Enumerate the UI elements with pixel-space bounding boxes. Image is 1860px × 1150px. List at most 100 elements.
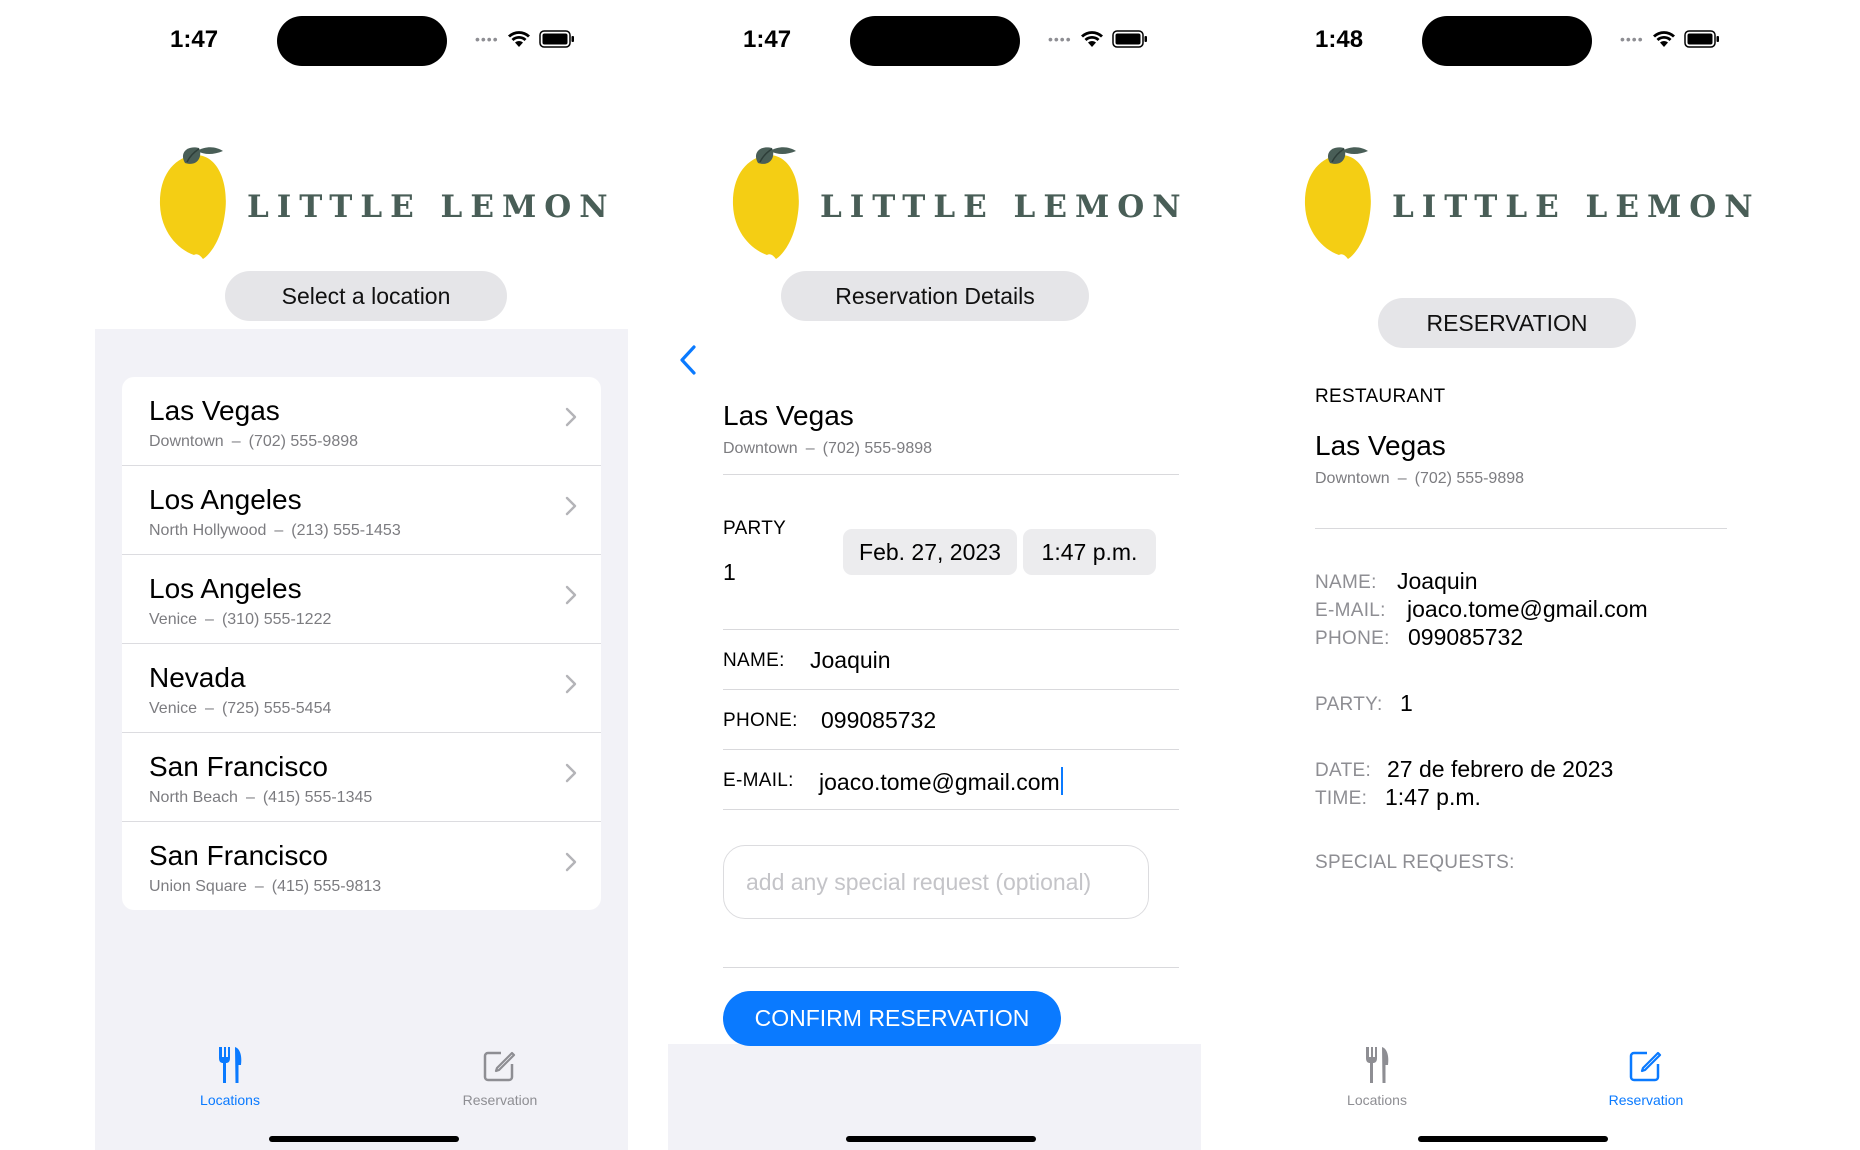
brand-wordmark: LITTLE LEMON	[247, 189, 616, 225]
wifi-icon	[507, 30, 531, 48]
email-value: joaco.tome@gmail.com	[1407, 596, 1648, 622]
tab-label: Locations	[200, 1092, 260, 1108]
status-icons: ••••	[475, 30, 575, 48]
tab-reservation[interactable]: Reservation	[1581, 1044, 1711, 1108]
square-pencil-icon	[1581, 1044, 1711, 1086]
signal-dots-icon: ••••	[1620, 31, 1644, 47]
locations-screen: 1:47 •••• LITTLE LEMON Select a location…	[95, 0, 670, 1150]
chevron-right-icon	[565, 496, 577, 516]
divider	[723, 749, 1179, 750]
wifi-icon	[1080, 30, 1104, 48]
reservation-details-screen: 1:47 •••• LITTLE LEMON Reservation Detai…	[668, 0, 1243, 1150]
location-phone: (415) 555-9813	[271, 878, 382, 895]
special-request-placeholder: add any special request (optional)	[746, 868, 1092, 895]
status-time: 1:47	[170, 26, 219, 53]
screen-title-pill: Select a location	[225, 271, 507, 321]
location-subtitle: Venice – (725) 555-5454	[149, 700, 332, 717]
tab-reservation[interactable]: Reservation	[435, 1044, 565, 1108]
divider	[723, 474, 1179, 475]
time-picker[interactable]: 1:47 p.m.	[1023, 529, 1156, 575]
restaurant-subtitle: Downtown – (702) 555-9898	[1315, 470, 1525, 487]
location-subtitle: Venice – (310) 555-1222	[149, 611, 332, 628]
confirm-reservation-button[interactable]: CONFIRM RESERVATION	[723, 991, 1061, 1046]
status-time: 1:48	[1315, 26, 1364, 53]
home-indicator[interactable]	[1418, 1136, 1608, 1142]
location-row[interactable]: San Francisco North Beach – (415) 555-1345	[122, 733, 601, 822]
location-phone: (702) 555-9898	[248, 433, 359, 450]
location-phone: (213) 555-1453	[291, 522, 401, 539]
restaurant-neighborhood: Downtown	[1315, 470, 1390, 487]
tab-locations[interactable]: Locations	[1312, 1044, 1442, 1108]
location-phone: (310) 555-1222	[221, 611, 332, 628]
location-neighborhood: Venice	[149, 700, 198, 717]
location-city: San Francisco	[149, 751, 328, 782]
chevron-right-icon	[565, 763, 577, 783]
party-label: PARTY	[723, 518, 787, 539]
home-indicator[interactable]	[846, 1136, 1036, 1142]
restaurant-neighborhood: Downtown	[723, 440, 798, 457]
divider	[1315, 528, 1727, 529]
email-field[interactable]: joaco.tome@gmail.com	[819, 767, 1063, 796]
home-indicator[interactable]	[269, 1136, 459, 1142]
divider	[723, 809, 1179, 810]
screen-title-pill: RESERVATION	[1378, 298, 1636, 348]
restaurant-city: Las Vegas	[723, 400, 854, 431]
name-field[interactable]: Joaquin	[810, 647, 891, 674]
special-request-input[interactable]: add any special request (optional)	[723, 845, 1149, 919]
name-label: NAME:	[723, 650, 785, 671]
restaurant-phone: (702) 555-9898	[822, 440, 933, 457]
location-row[interactable]: Los Angeles North Hollywood – (213) 555-145…	[122, 466, 601, 555]
chevron-left-icon	[680, 345, 696, 375]
battery-icon	[1683, 30, 1720, 48]
status-icons: ••••	[1620, 30, 1720, 48]
tab-locations[interactable]: Locations	[165, 1044, 295, 1108]
back-button[interactable]	[678, 344, 698, 381]
location-neighborhood: North Hollywood	[149, 522, 267, 539]
square-pencil-icon	[435, 1044, 565, 1086]
status-time: 1:47	[743, 26, 792, 53]
wifi-icon	[1652, 30, 1676, 48]
location-city: Nevada	[149, 662, 246, 693]
phone-field[interactable]: 099085732	[821, 707, 936, 734]
brand-wordmark: LITTLE LEMON	[820, 189, 1189, 225]
fork-knife-icon	[1312, 1044, 1442, 1086]
phone-value: 099085732	[1408, 624, 1524, 650]
location-row[interactable]: San Francisco Union Square – (415) 555-9813	[122, 822, 601, 910]
time-label: TIME:	[1315, 788, 1368, 809]
restaurant-city: Las Vegas	[1315, 430, 1446, 461]
divider	[723, 629, 1179, 630]
location-city: Los Angeles	[149, 573, 302, 604]
tab-bar-area	[668, 1044, 1201, 1150]
location-subtitle: Downtown – (702) 555-9898	[149, 433, 359, 450]
chevron-right-icon	[565, 407, 577, 427]
restaurant-subtitle: Downtown – (702) 555-9898	[723, 440, 933, 457]
location-row[interactable]: Nevada Venice – (725) 555-5454	[122, 644, 601, 733]
phone-label: PHONE:	[723, 710, 798, 731]
chevron-right-icon	[565, 674, 577, 694]
location-city: Las Vegas	[149, 395, 280, 426]
location-neighborhood: Union Square	[149, 878, 247, 895]
location-subtitle: Union Square – (415) 555-9813	[149, 878, 382, 895]
brand-wordmark: LITTLE LEMON	[1392, 189, 1761, 225]
party-stepper-value[interactable]: 1	[723, 559, 736, 586]
lemon-icon	[1304, 147, 1371, 259]
dynamic-island	[850, 16, 1020, 66]
location-row[interactable]: Los Angeles Venice – (310) 555-1222	[122, 555, 601, 644]
date-picker[interactable]: Feb. 27, 2023	[843, 529, 1017, 575]
restaurant-phone: (702) 555-9898	[1414, 470, 1525, 487]
lemon-icon	[732, 147, 799, 259]
location-row[interactable]: Las Vegas Downtown – (702) 555-9898	[122, 377, 601, 466]
fork-knife-icon	[165, 1044, 295, 1086]
name-value: Joaquin	[1397, 568, 1478, 594]
email-label: E-MAIL:	[723, 770, 794, 791]
location-subtitle: North Hollywood – (213) 555-1453	[149, 522, 401, 539]
reservation-summary-screen: 1:48 •••• LITTLE LEMON RESERVATION RESTA…	[1240, 0, 1815, 1150]
tab-label: Reservation	[1608, 1092, 1684, 1108]
date-value: 27 de febrero de 2023	[1387, 756, 1614, 782]
time-value: 1:47 p.m.	[1385, 784, 1481, 810]
little-lemon-logo: LITTLE LEMON	[157, 145, 608, 265]
location-phone: (725) 555-5454	[221, 700, 332, 717]
tab-label: Reservation	[462, 1092, 538, 1108]
location-city: San Francisco	[149, 840, 328, 871]
divider	[723, 689, 1179, 690]
